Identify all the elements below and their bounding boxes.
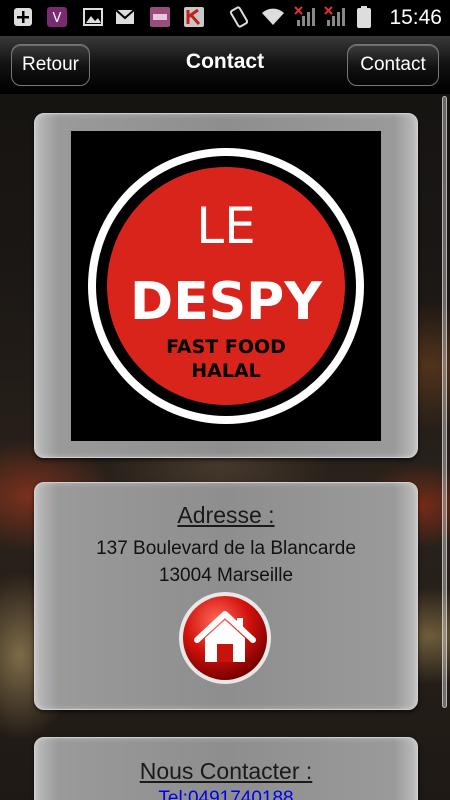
logo-line-1: LE (196, 197, 255, 255)
image-icon (83, 8, 103, 26)
address-card: Adresse : 137 Boulevard de la Blancarde … (34, 482, 418, 710)
add-icon (14, 8, 32, 26)
phone-rotate-icon (229, 6, 249, 28)
contact-button[interactable]: Contact (347, 44, 439, 86)
app-icon (150, 7, 170, 27)
svg-text:V: V (53, 11, 62, 26)
app-icon (184, 7, 204, 27)
logo-line-4: HALAL (191, 360, 261, 382)
home-icon (179, 592, 271, 684)
phone-link[interactable]: Tel:0491740188 (35, 788, 417, 800)
restaurant-logo: LE DESPY FAST FOOD HALAL (71, 131, 381, 441)
address-line-2: 13004 Marseille (158, 565, 294, 586)
signal-icon (294, 6, 315, 26)
map-home-button[interactable] (177, 590, 273, 686)
scrollbar[interactable] (442, 96, 447, 708)
address-title: Adresse : (177, 502, 275, 528)
logo-card: LE DESPY FAST FOOD HALAL (34, 113, 418, 458)
mail-icon (115, 9, 135, 24)
contact-card: Nous Contacter : Tel:0491740188 (34, 737, 418, 800)
logo-line-2: DESPY (130, 272, 323, 332)
battery-icon (357, 6, 371, 28)
signal-icon (324, 6, 345, 26)
status-time: 15:46 (389, 6, 442, 29)
address-line-1: 137 Boulevard de la Blancarde (96, 538, 356, 559)
app-icon: V (47, 7, 67, 27)
contact-title: Nous Contacter : (139, 758, 313, 784)
wifi-icon (262, 8, 284, 25)
logo-line-3: FAST FOOD (166, 336, 286, 358)
logo-graphic: LE DESPY FAST FOOD HALAL (88, 148, 364, 424)
status-bar: V 15:46 (0, 0, 450, 36)
navigation-bar: Retour Contact Contact (0, 36, 450, 94)
